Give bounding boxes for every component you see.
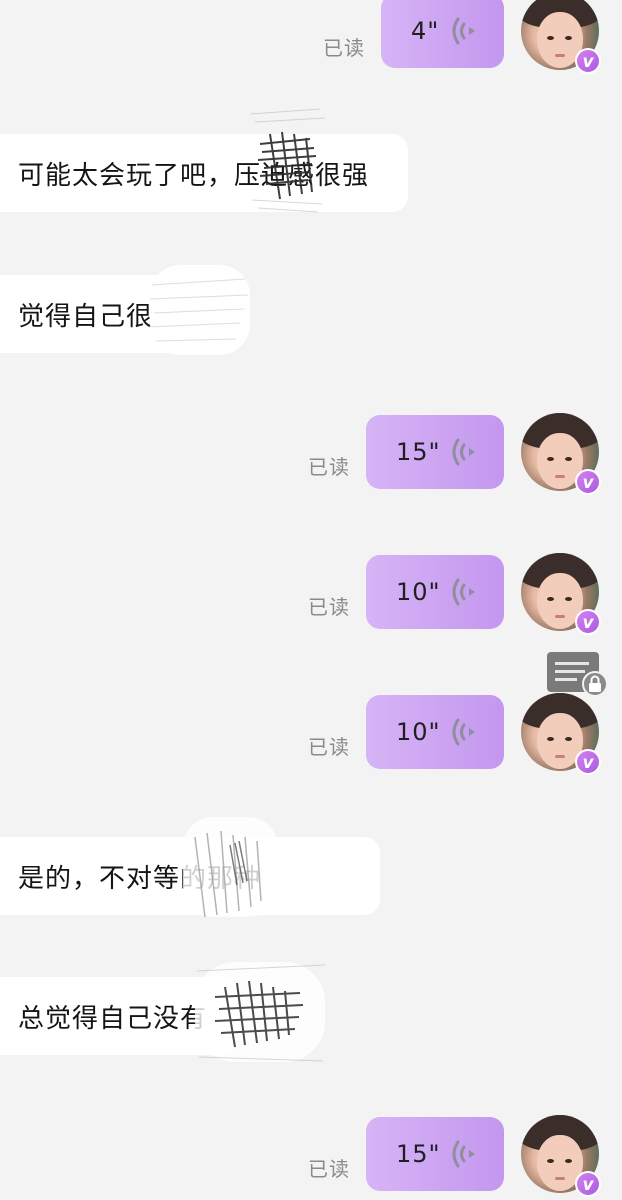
vip-badge-icon: v — [575, 609, 601, 635]
vip-badge-icon: v — [575, 749, 601, 775]
voice-message-bubble[interactable]: 4" — [381, 0, 504, 68]
voice-wave-icon — [452, 438, 475, 466]
note-lock-icon[interactable] — [546, 651, 608, 697]
vip-badge-icon: v — [575, 469, 601, 495]
read-status: 已读 — [308, 595, 350, 619]
redaction-scribble — [147, 265, 250, 355]
avatar[interactable]: v — [521, 1115, 601, 1197]
voice-message-bubble[interactable]: 10" — [366, 555, 504, 629]
voice-duration: 10" — [396, 718, 441, 746]
voice-message-bubble[interactable]: 15" — [366, 1117, 504, 1191]
voice-wave-icon — [452, 17, 475, 45]
avatar[interactable]: v — [521, 693, 601, 775]
vip-badge-icon: v — [575, 48, 601, 74]
incoming-text-bubble[interactable]: 总觉得自己没有 — [0, 962, 326, 1062]
avatar[interactable]: v — [521, 413, 601, 495]
message-text: 总觉得自己没有 — [18, 1003, 208, 1034]
read-status: 已读 — [308, 735, 350, 759]
avatar[interactable]: v — [521, 0, 601, 74]
message-text: 是的，不对等的那种 — [18, 863, 262, 894]
message-text: 可能太会玩了吧，压迫感很强 — [18, 160, 370, 191]
message-text: 觉得自己很 — [18, 301, 154, 332]
voice-wave-icon — [452, 1140, 475, 1168]
chat-view: 已读 4" v 可能太会玩了吧，压迫感很强 觉得自己很 已读 15" v 已读 … — [0, 0, 622, 1200]
voice-duration: 4" — [411, 17, 440, 45]
avatar[interactable]: v — [521, 553, 601, 635]
incoming-text-bubble[interactable]: 是的，不对等的那种 — [0, 817, 380, 918]
incoming-text-bubble[interactable]: 可能太会玩了吧，压迫感很强 — [0, 108, 408, 213]
read-status: 已读 — [323, 36, 365, 60]
incoming-text-bubble[interactable]: 觉得自己很 — [0, 265, 250, 355]
voice-wave-icon — [452, 718, 475, 746]
voice-message-bubble[interactable]: 15" — [366, 415, 504, 489]
vip-badge-icon: v — [575, 1171, 601, 1197]
voice-duration: 10" — [396, 578, 441, 606]
voice-message-bubble[interactable]: 10" — [366, 695, 504, 769]
read-status: 已读 — [308, 455, 350, 479]
voice-duration: 15" — [396, 1140, 441, 1168]
voice-wave-icon — [452, 578, 475, 606]
read-status: 已读 — [308, 1157, 350, 1181]
redaction-scribble — [195, 962, 326, 1062]
voice-duration: 15" — [396, 438, 441, 466]
